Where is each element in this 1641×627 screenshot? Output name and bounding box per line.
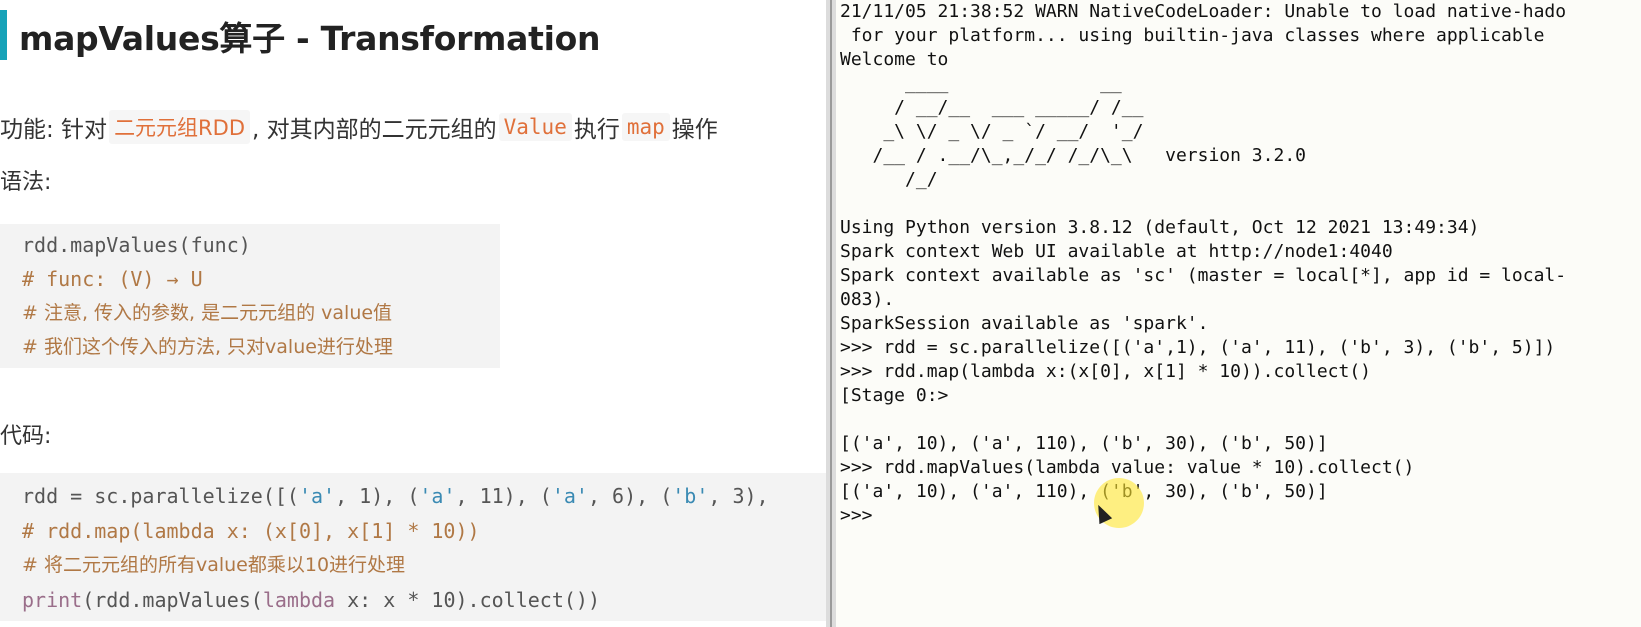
syntax-code-line: rdd.mapValues(func): [22, 233, 251, 257]
highlight-tuple-rdd: 二元元组RDD: [109, 110, 250, 144]
syntax-comment-line: # func: (V) → U: [22, 267, 203, 291]
page-title: mapValues算子 - Transformation: [19, 19, 601, 58]
terminal-line: Spark context Web UI available at http:/…: [840, 241, 1393, 262]
terminal-line: 083).: [840, 289, 895, 310]
terminal-line: Welcome to: [840, 49, 949, 70]
code-line-parallelize: rdd = sc.parallelize([('a', 1), ('a', 11…: [22, 484, 769, 508]
feature-prefix: 功能: 针对: [0, 117, 108, 143]
code-comment-line: # 将二元元组的所有value都乘以10进行处理: [22, 554, 406, 576]
highlight-map: map: [621, 113, 670, 141]
terminal-command: >>> rdd = sc.parallelize([('a',1), ('a',…: [840, 337, 1556, 358]
spark-logo-line: /__ / .__/\_,_/_/ /_/\_\ version 3.2.0: [840, 145, 1307, 166]
terminal-command: >>> rdd.map(lambda x:(x[0], x[1] * 10)).…: [840, 361, 1372, 382]
syntax-comment-line: # 注意, 传入的参数, 是二元元组的 value值: [22, 302, 393, 324]
terminal-line: 21/11/05 21:38:52 WARN NativeCodeLoader:…: [840, 1, 1567, 22]
syntax-code-block: rdd.mapValues(func) # func: (V) → U # 注意…: [0, 224, 500, 368]
terminal-line: for your platform... using builtin-java …: [840, 25, 1545, 46]
pane-splitter[interactable]: [826, 0, 836, 627]
feature-mid2: 执行: [573, 117, 620, 143]
feature-description: 功能: 针对 二元元组RDD , 对其内部的二元元组的 Value 执行 map…: [0, 110, 718, 144]
spark-logo-line: / __/__ ___ _____/ /__: [840, 97, 1144, 118]
terminal-output: 21/11/05 21:38:52 WARN NativeCodeLoader:…: [840, 0, 1566, 528]
terminal-result: [('a', 10), ('a', 110), ('b', 30), ('b',…: [840, 433, 1328, 454]
pyspark-terminal[interactable]: 21/11/05 21:38:52 WARN NativeCodeLoader:…: [836, 0, 1641, 627]
terminal-prompt[interactable]: >>>: [840, 504, 1566, 528]
highlight-value: Value: [498, 113, 572, 141]
terminal-line: Using Python version 3.8.12 (default, Oc…: [840, 217, 1480, 238]
example-code-block: rdd = sc.parallelize([('a', 1), ('a', 11…: [0, 473, 826, 621]
spark-logo-line: /_/: [840, 169, 938, 190]
terminal-line: [Stage 0:>: [840, 385, 949, 406]
feature-mid1: , 对其内部的二元元组的: [252, 117, 497, 143]
spark-logo-line: _\ \/ _ \/ _ `/ __/ '_/: [840, 121, 1144, 142]
code-comment-line: # rdd.map(lambda x: (x[0], x[1] * 10)): [22, 519, 480, 543]
syntax-comment-line: # 我们这个传入的方法, 只对value进行处理: [22, 336, 393, 358]
feature-suffix: 操作: [671, 117, 718, 143]
heading-accent-bar: [0, 10, 7, 60]
code-line-print: print(rdd.mapValues(lambda x: x * 10).co…: [22, 588, 600, 612]
syntax-label: 语法:: [0, 170, 52, 195]
terminal-command: >>> rdd.mapValues(lambda value: value * …: [840, 457, 1415, 478]
terminal-line: SparkSession available as 'spark'.: [840, 313, 1209, 334]
document-pane: mapValues算子 - Transformation 功能: 针对 二元元组…: [0, 0, 826, 627]
terminal-result: [('a', 10), ('a', 110), ('b', 30), ('b',…: [840, 481, 1328, 502]
spark-logo-line: ____ __: [840, 73, 1122, 94]
terminal-line: Spark context available as 'sc' (master …: [840, 265, 1567, 286]
code-label: 代码:: [0, 424, 52, 449]
